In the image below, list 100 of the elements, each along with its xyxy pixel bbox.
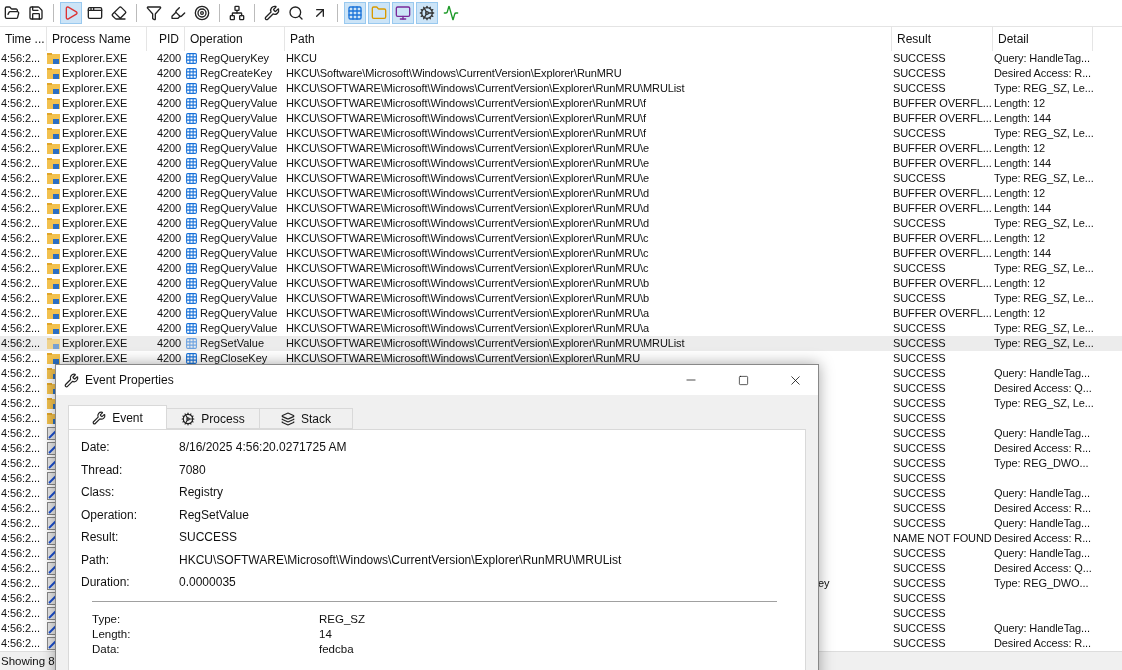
operation-name: RegQueryValue — [200, 246, 278, 262]
table-cell-text: HKCU\SOFTWARE\Microsoft\Windows\CurrentVersion\Explorer\RunMRU\c — [285, 261, 650, 277]
table-cell-text: SUCCESS — [892, 441, 947, 457]
field-label: Operation: — [81, 507, 139, 522]
table-cell-text: HKCU\SOFTWARE\Microsoft\Windows\CurrentVersion\Explorer\RunMRU — [285, 351, 642, 367]
table-cell-text: HKCU\SOFTWARE\Microsoft\Windows\CurrentVersion\Explorer\RunMRU\a — [285, 306, 650, 322]
table-cell: Desired Access: R... — [993, 636, 1093, 652]
table-cell-text: HKCU\SOFTWARE\Microsoft\Windows\CurrentVersion\Explorer\RunMRU\f — [285, 111, 647, 127]
table-cell-text: HKCU\SOFTWARE\Microsoft\Windows\CurrentVersion\Explorer\RunMRU\a — [285, 321, 650, 337]
table-cell-text: Query: HandleTag... — [993, 546, 1091, 562]
process-name: Explorer.EXE — [62, 186, 128, 202]
table-cell-text: HKCU\SOFTWARE\Microsoft\Windows\CurrentVersion\Explorer\RunMRU\d — [285, 201, 650, 217]
table-cell-text: Query: HandleTag... — [993, 366, 1091, 382]
operation-name: RegQueryValue — [200, 96, 278, 112]
field-value: Registry — [179, 485, 224, 499]
table-cell-text: SUCCESS — [892, 396, 947, 412]
table-cell-text: SUCCESS — [892, 351, 947, 367]
field-value: RegSetValue — [179, 507, 250, 522]
process-name: Explorer.EXE — [62, 246, 128, 262]
table-cell-text: 4200 — [155, 66, 182, 82]
table-cell-text: 4200 — [155, 201, 182, 217]
table-cell: BUFFER OVERFL... — [892, 141, 993, 157]
table-cell-text: 4:56:2... — [0, 276, 41, 292]
table-cell-text: HKCU\SOFTWARE\Microsoft\Windows\CurrentVersion\Explorer\RunMRU\b — [285, 276, 650, 292]
table-cell-text: 4:56:2... — [0, 321, 41, 337]
table-cell-text: 4200 — [155, 111, 182, 127]
table-cell-text: 4200 — [155, 246, 182, 262]
table-cell-text: Length: 144 — [993, 111, 1052, 127]
process-name: Explorer.EXE — [62, 96, 128, 112]
table-cell: Type: REG_SZ, Le... — [993, 261, 1093, 277]
table-cell-text: 4200 — [155, 96, 182, 112]
table-cell-text: 4:56:2... — [0, 201, 41, 217]
table-cell-text: 4200 — [155, 291, 182, 307]
table-cell: Type: REG_SZ, Le... — [993, 291, 1093, 307]
table-cell: Desired Access: Q... — [993, 381, 1093, 397]
process-name: Explorer.EXE — [62, 336, 128, 352]
table-cell-text: 4:56:2... — [0, 111, 41, 127]
operation-name: RegQueryValue — [200, 306, 278, 322]
process-name: Explorer.EXE — [62, 66, 128, 82]
table-cell-text: 4:56:2... — [0, 606, 41, 622]
operation-name: RegQueryValue — [200, 231, 278, 247]
table-cell-text: SUCCESS — [892, 606, 947, 622]
table-cell-text: Length: 12 — [993, 231, 1046, 247]
table-cell-text: SUCCESS — [892, 501, 947, 517]
table-cell-text: 4:56:2... — [0, 471, 41, 487]
operation-name: RegQueryValue — [200, 156, 278, 172]
operation-name: RegQueryValue — [200, 201, 278, 217]
table-cell-text: 4200 — [155, 216, 182, 232]
table-cell: Type: REG_SZ, Le... — [993, 336, 1093, 352]
table-cell-text: 4200 — [155, 336, 182, 352]
table-cell-text: Query: HandleTag... — [993, 426, 1091, 442]
operation-name: RegQueryKey — [200, 51, 270, 67]
table-cell-text: 4:56:2... — [0, 336, 41, 352]
operation-name: RegQueryValue — [200, 321, 278, 337]
table-cell: Desired Access: R... — [993, 66, 1093, 82]
table-cell-text: Length: 144 — [993, 246, 1052, 262]
operation-name: RegSetValue — [200, 336, 264, 352]
detail-value: 14 — [319, 627, 333, 642]
field-label: Result: — [81, 530, 120, 544]
table-cell-text: SUCCESS — [892, 66, 947, 82]
table-cell-text: 4:56:2... — [0, 516, 41, 532]
table-cell-text: 4:56:2... — [0, 531, 41, 547]
process-name: Explorer.EXE — [62, 51, 128, 67]
table-cell-text: SUCCESS — [892, 486, 947, 502]
process-name: Explorer.EXE — [62, 81, 128, 97]
table-cell: Type: REG_SZ, Le... — [993, 171, 1093, 187]
table-cell-text: 4:56:2... — [0, 246, 41, 262]
table-cell: Desired Access: R... — [993, 531, 1093, 547]
table-cell-text: SUCCESS — [892, 381, 947, 397]
table-cell: BUFFER OVERFL... — [892, 246, 993, 262]
process-name: Explorer.EXE — [62, 321, 128, 337]
table-cell-text: 4:56:2... — [0, 51, 41, 67]
operation-name: RegQueryValue — [200, 171, 278, 187]
field-value: 0.0000035 — [179, 575, 237, 589]
operation-name: RegQueryValue — [200, 276, 278, 292]
process-name: Explorer.EXE — [62, 231, 128, 247]
process-name: Explorer.EXE — [62, 111, 128, 127]
operation-name: RegCloseKey — [200, 351, 268, 367]
table-cell-text: Length: 12 — [993, 306, 1046, 322]
process-name: Explorer.EXE — [62, 351, 128, 367]
process-name: Explorer.EXE — [62, 141, 128, 157]
table-cell: BUFFER OVERFL... — [892, 111, 993, 127]
table-cell-text: 4200 — [155, 186, 182, 202]
table-cell-text: 4:56:2... — [0, 81, 41, 97]
process-name: Explorer.EXE — [62, 276, 128, 292]
table-cell-text: 4:56:2... — [0, 156, 41, 172]
table-cell-text: SUCCESS — [892, 591, 947, 607]
table-cell-text: 4:56:2... — [0, 216, 41, 232]
operation-name: RegCreateKey — [200, 66, 273, 82]
table-cell-text: Length: 12 — [993, 186, 1046, 202]
operation-name: RegQueryValue — [200, 111, 278, 127]
table-cell-text: HKCU\SOFTWARE\Microsoft\Windows\CurrentVersion\Explorer\RunMRU\e — [285, 141, 650, 157]
field-label: Thread: — [81, 462, 124, 477]
table-cell-text: Length: 12 — [993, 276, 1046, 292]
table-cell-text: 4200 — [155, 306, 182, 322]
table-cell-text: HKCU\SOFTWARE\Microsoft\Windows\CurrentVersion\Explorer\RunMRU\MRUList — [285, 81, 686, 97]
operation-name: RegQueryValue — [200, 141, 278, 157]
table-cell: Type: REG_SZ, Le... — [993, 81, 1093, 97]
table-cell-text: SUCCESS — [892, 411, 947, 427]
table-cell-text: Length: 12 — [993, 141, 1046, 157]
